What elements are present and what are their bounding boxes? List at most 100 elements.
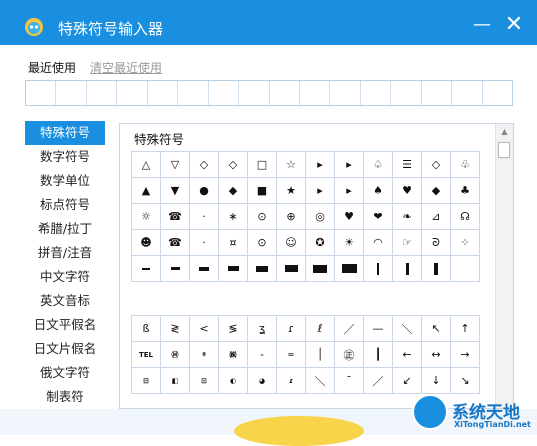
recent-slot[interactable] <box>117 81 148 105</box>
recent-slot[interactable] <box>56 81 87 105</box>
symbol-cell[interactable]: ♥ <box>335 204 364 230</box>
symbol-cell[interactable]: △ <box>132 152 161 178</box>
symbol-cell[interactable]: ↓ <box>422 368 451 394</box>
symbol-cell[interactable]: ↘ <box>451 368 480 394</box>
symbol-cell[interactable]: ♤ <box>364 152 393 178</box>
recent-slot[interactable] <box>300 81 331 105</box>
symbol-cell[interactable]: ／ <box>364 368 393 394</box>
symbol-cell[interactable]: ◐ <box>219 368 248 394</box>
recent-slot[interactable] <box>209 81 240 105</box>
recent-slot[interactable] <box>87 81 118 105</box>
symbol-cell[interactable]: ☀ <box>335 230 364 256</box>
symbol-cell[interactable]: ß <box>132 316 161 342</box>
bar-symbol-cell[interactable] <box>335 256 364 282</box>
recent-slot[interactable] <box>391 81 422 105</box>
symbol-cell[interactable]: ✪ <box>306 230 335 256</box>
symbol-cell[interactable]: ▽ <box>161 152 190 178</box>
symbol-cell[interactable]: ☺ <box>277 230 306 256</box>
symbol-cell[interactable]: ▸ <box>306 178 335 204</box>
symbol-cell[interactable]: ❤ <box>364 204 393 230</box>
symbol-cell[interactable]: ☆ <box>277 152 306 178</box>
symbol-cell[interactable]: ⊙ <box>248 204 277 230</box>
symbol-cell[interactable]: ◆ <box>219 178 248 204</box>
symbol-cell[interactable]: ▼ <box>161 178 190 204</box>
recent-slot[interactable] <box>330 81 361 105</box>
symbol-cell[interactable]: ℓ <box>306 316 335 342</box>
symbol-cell[interactable]: ☊ <box>451 204 480 230</box>
symbol-cell[interactable]: ↙ <box>393 368 422 394</box>
category-item[interactable]: 数学单位 <box>25 169 105 193</box>
recent-slot[interactable] <box>178 81 209 105</box>
symbol-cell[interactable]: ◇ <box>219 152 248 178</box>
close-button[interactable]: ✕ <box>500 14 528 38</box>
category-item[interactable]: 英文音标 <box>25 289 105 313</box>
symbol-cell[interactable]: ↖ <box>422 316 451 342</box>
symbol-cell[interactable]: ▸ <box>335 178 364 204</box>
symbol-cell[interactable]: ɾ <box>277 368 306 394</box>
symbol-cell[interactable]: ☎ <box>161 230 190 256</box>
symbol-cell[interactable]: ▸ <box>335 152 364 178</box>
minimize-button[interactable]: — <box>468 14 496 38</box>
recent-slot[interactable] <box>26 81 57 105</box>
recent-slot[interactable] <box>452 81 483 105</box>
symbol-cell[interactable]: → <box>451 342 480 368</box>
symbol-cell[interactable]: ■ <box>248 178 277 204</box>
symbol-cell[interactable]: ♥ <box>393 178 422 204</box>
symbol-cell[interactable]: ❧ <box>393 204 422 230</box>
symbol-cell[interactable]: ☼ <box>132 204 161 230</box>
symbol-cell[interactable]: ◠ <box>364 230 393 256</box>
symbol-cell[interactable]: ¯ <box>335 368 364 394</box>
symbol-cell[interactable]: ◕ <box>248 368 277 394</box>
symbol-cell[interactable]: ª <box>190 342 219 368</box>
symbol-cell[interactable]: ⊡ <box>190 368 219 394</box>
category-item[interactable]: 制表符 <box>25 385 105 409</box>
symbol-cell[interactable]: ◧ <box>161 368 190 394</box>
symbol-cell[interactable]: ↔ <box>422 342 451 368</box>
symbol-cell[interactable]: ≷ <box>161 316 190 342</box>
symbol-cell[interactable]: ◆ <box>422 178 451 204</box>
bar-symbol-cell[interactable] <box>306 256 335 282</box>
symbol-cell[interactable]: ㊣ <box>335 342 364 368</box>
category-item[interactable]: 希腊/拉丁 <box>25 217 105 241</box>
bar-symbol-cell[interactable] <box>248 256 277 282</box>
category-item[interactable]: 数字符号 <box>25 145 105 169</box>
bar-symbol-cell[interactable] <box>422 256 451 282</box>
recent-slot[interactable] <box>239 81 270 105</box>
symbol-cell[interactable]: ▲ <box>132 178 161 204</box>
symbol-cell[interactable]: ◎ <box>306 204 335 230</box>
bar-symbol-cell[interactable] <box>393 256 422 282</box>
symbol-cell[interactable]: ⁘ <box>451 230 480 256</box>
category-item[interactable]: 特殊符号 <box>25 121 105 145</box>
symbol-cell[interactable]: ♧ <box>451 152 480 178</box>
symbol-cell[interactable]: ∗ <box>219 204 248 230</box>
vertical-scrollbar[interactable]: ▲ <box>495 124 513 408</box>
category-item[interactable]: 拼音/注音 <box>25 241 105 265</box>
symbol-cell[interactable]: ↑ <box>451 316 480 342</box>
bar-symbol-cell[interactable] <box>161 256 190 282</box>
recent-slot[interactable] <box>422 81 453 105</box>
symbol-cell[interactable]: ┃ <box>364 342 393 368</box>
symbol-cell[interactable]: ⊙ <box>248 230 277 256</box>
recent-slot[interactable] <box>361 81 392 105</box>
symbol-cell[interactable]: ● <box>190 178 219 204</box>
bar-symbol-cell[interactable] <box>277 256 306 282</box>
symbol-cell[interactable]: ☰ <box>393 152 422 178</box>
clear-recent-link[interactable]: 清空最近使用 <box>90 59 162 76</box>
symbol-cell[interactable]: □ <box>248 152 277 178</box>
symbol-cell[interactable]: ＝ <box>277 342 306 368</box>
symbol-cell[interactable]: ≶ <box>219 316 248 342</box>
category-item[interactable]: 日文平假名 <box>25 313 105 337</box>
bar-symbol-cell[interactable] <box>132 256 161 282</box>
category-item[interactable]: 标点符号 <box>25 193 105 217</box>
symbol-cell[interactable]: · <box>190 204 219 230</box>
symbol-cell[interactable]: ᘐ <box>422 230 451 256</box>
symbol-cell[interactable]: ♠ <box>364 178 393 204</box>
symbol-cell[interactable]: – <box>248 342 277 368</box>
symbol-cell[interactable]: TEL <box>132 342 161 368</box>
symbol-cell[interactable]: ／ <box>335 316 364 342</box>
symbol-cell[interactable]: Ⓜ <box>161 342 190 368</box>
bar-symbol-cell[interactable] <box>219 256 248 282</box>
symbol-cell[interactable]: │ <box>306 342 335 368</box>
symbol-cell[interactable]: ◇ <box>422 152 451 178</box>
category-item[interactable]: 俄文字符 <box>25 361 105 385</box>
